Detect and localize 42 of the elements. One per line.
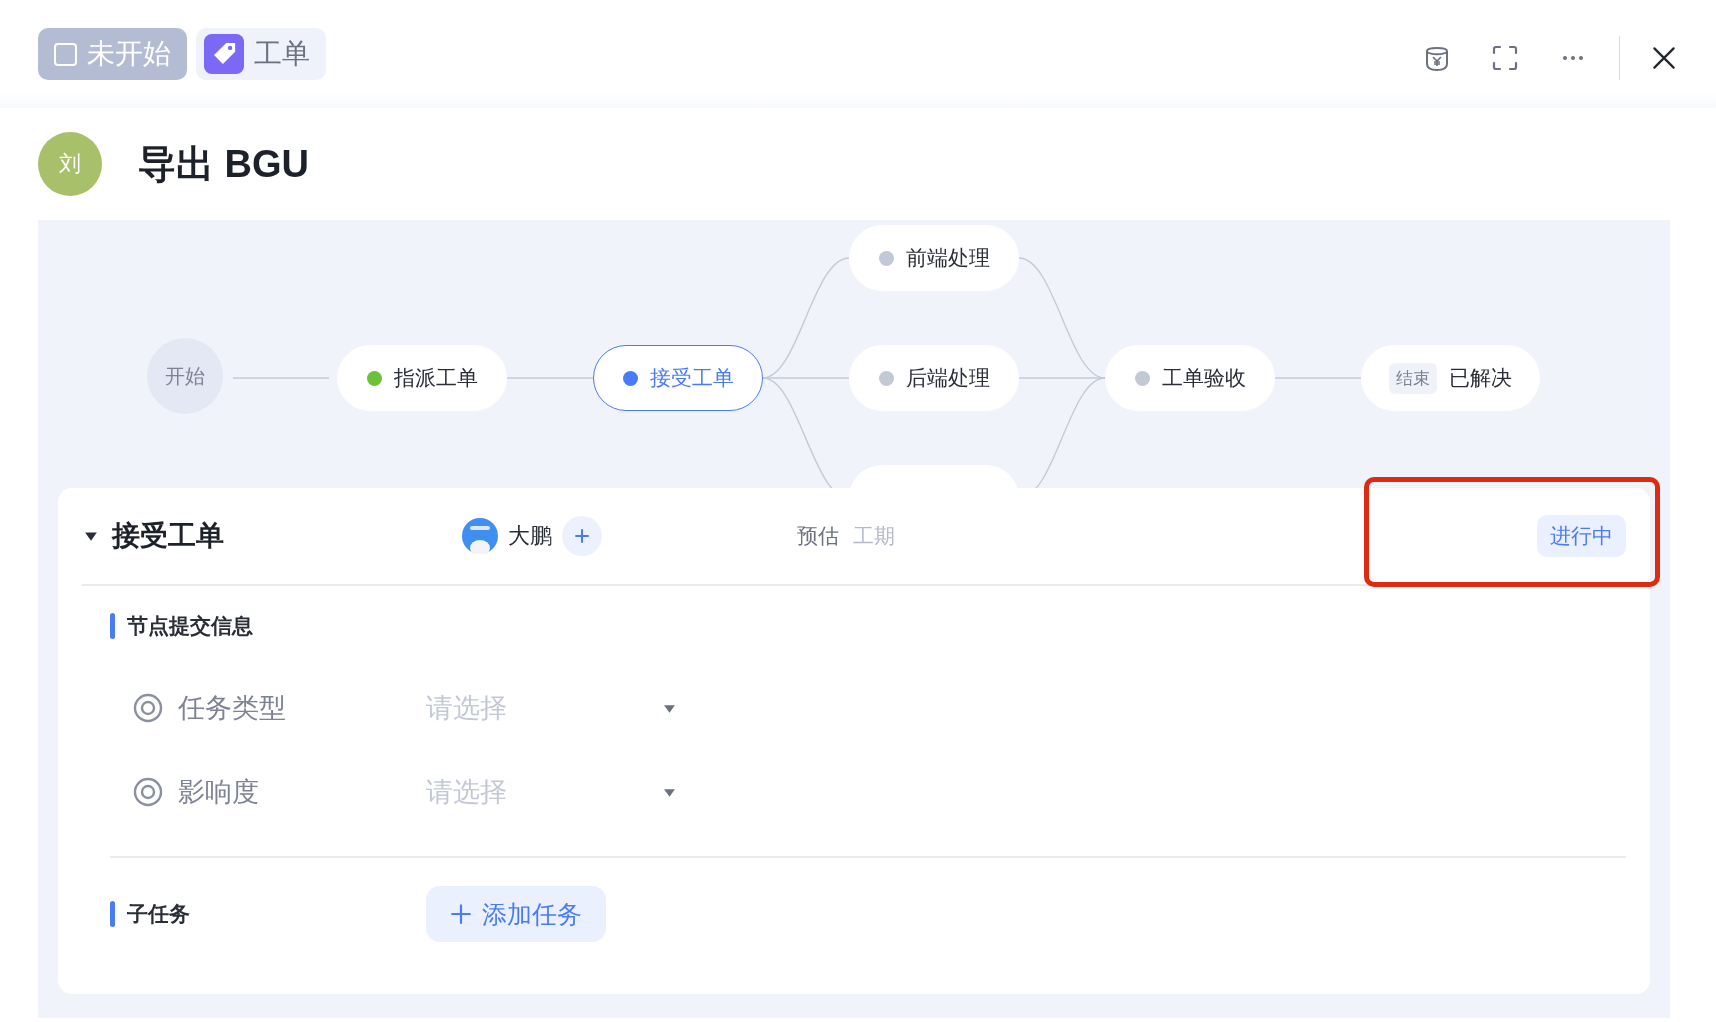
type-label: 工单 bbox=[254, 37, 310, 71]
checkbox-icon bbox=[54, 42, 77, 66]
flow-node[interactable]: 指派工单 bbox=[337, 345, 507, 411]
type-chip[interactable]: 工单 bbox=[196, 28, 326, 80]
flow-node[interactable]: 接受工单 bbox=[593, 345, 763, 411]
node-label: 指派工单 bbox=[393, 365, 478, 391]
caret-icon bbox=[663, 702, 676, 714]
flow-node[interactable]: 后端处理 bbox=[849, 345, 1019, 411]
estimate-value[interactable]: 工期 bbox=[853, 522, 895, 550]
assignee-avatar bbox=[462, 518, 498, 554]
tag-icon bbox=[204, 34, 244, 74]
field-label: 任务类型 bbox=[178, 692, 287, 725]
section-marker bbox=[110, 613, 115, 639]
node-label: 后端处理 bbox=[905, 365, 990, 391]
assignee-name: 大鹏 bbox=[508, 522, 552, 550]
caret-icon bbox=[663, 786, 676, 798]
end-node[interactable]: 结束 已解决 bbox=[1361, 345, 1540, 411]
node-label: 前端处理 bbox=[905, 245, 990, 271]
status-label: 未开始 bbox=[87, 37, 171, 71]
estimate-label: 预估 bbox=[797, 523, 839, 549]
target-icon bbox=[132, 776, 164, 808]
panel-title: 接受工单 bbox=[112, 519, 225, 553]
node-label: 已解决 bbox=[1449, 365, 1512, 391]
flow-node[interactable]: 工单验收 bbox=[1105, 345, 1275, 411]
status-badge[interactable]: 进行中 bbox=[1537, 515, 1626, 557]
user-avatar: 刘 bbox=[38, 132, 102, 196]
add-assignee-button[interactable] bbox=[562, 516, 602, 556]
add-task-button[interactable]: 添加任务 bbox=[426, 886, 606, 942]
node-label: 工单验收 bbox=[1161, 365, 1246, 391]
page-title: 导出 BGU bbox=[138, 141, 309, 187]
start-node[interactable]: 开始 bbox=[147, 338, 223, 414]
section-title: 节点提交信息 bbox=[127, 613, 253, 639]
node-label: 接受工单 bbox=[649, 365, 734, 391]
plus-icon bbox=[573, 527, 591, 545]
close-icon[interactable] bbox=[1650, 44, 1678, 72]
plus-icon bbox=[450, 903, 472, 925]
flow-node[interactable]: 前端处理 bbox=[849, 225, 1019, 291]
target-icon bbox=[132, 692, 164, 724]
end-tag: 结束 bbox=[1389, 362, 1437, 394]
section-marker bbox=[110, 901, 115, 927]
section-title: 子任务 bbox=[127, 901, 190, 927]
field-label: 影响度 bbox=[178, 776, 260, 809]
